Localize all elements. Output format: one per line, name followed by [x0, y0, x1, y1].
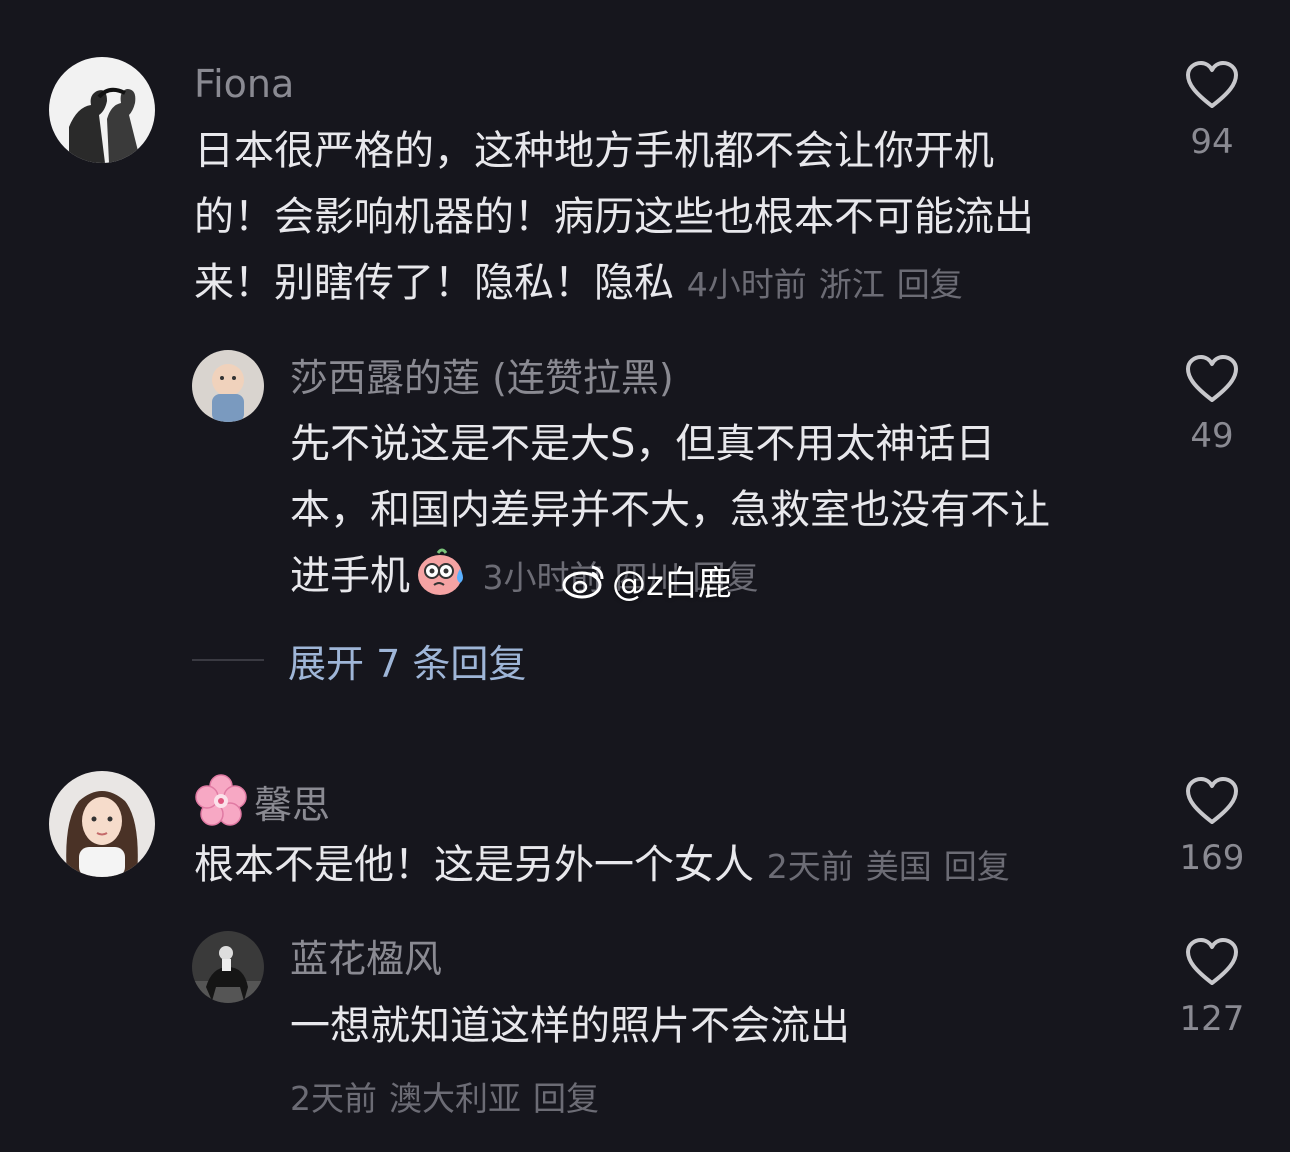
comment-meta: 2天前 美国 回复 [767, 847, 1022, 886]
expand-replies-label[interactable]: 展开 7 条回复 [288, 633, 526, 688]
comment-meta: 2天前 澳大利亚 回复 [290, 1072, 611, 1120]
like-count: 127 [1179, 999, 1245, 1039]
username[interactable]: Fiona [194, 60, 294, 108]
avatar[interactable] [192, 931, 264, 1003]
like-button[interactable]: 49 [1167, 354, 1257, 456]
like-button[interactable]: 94 [1167, 60, 1257, 162]
heart-outline-icon [1186, 938, 1238, 985]
heart-outline-icon [1186, 777, 1238, 824]
comment-line: 来！别瞎传了！隐私！隐私 [194, 260, 674, 306]
like-button[interactable]: 169 [1167, 776, 1257, 878]
watermark: @z白鹿 [562, 556, 732, 605]
location: 美国 [865, 847, 932, 886]
divider-line [192, 659, 264, 661]
reply-button[interactable]: 回复 [944, 847, 1010, 886]
location: 澳大利亚 [389, 1079, 521, 1118]
timestamp: 2天前 [766, 847, 854, 886]
timestamp: 4小时前 [686, 265, 807, 304]
comment-line: 先不说这是不是大S，但真不用太神话日 [290, 421, 996, 467]
comment-text: 一想就知道这样的照片不会流出 [290, 993, 850, 1059]
username-text[interactable]: 馨思 [254, 783, 330, 827]
avatar[interactable] [49, 771, 155, 877]
location: 浙江 [818, 265, 885, 304]
expand-replies-button[interactable]: 展开 7 条回复 [192, 630, 526, 690]
cherry-blossom-icon [194, 774, 248, 839]
reply-button[interactable]: 回复 [897, 265, 963, 304]
username[interactable]: 馨思 [194, 774, 330, 839]
watermark-text: @z白鹿 [612, 564, 732, 604]
sweat-face-emoji-icon [414, 547, 468, 617]
comment-text: 日本很严格的，这种地方手机都不会让你开机 的！会影响机器的！病历这些也根本不可能… [194, 118, 1034, 318]
avatar[interactable] [192, 350, 264, 422]
heart-outline-icon [1186, 355, 1238, 402]
timestamp: 2天前 [290, 1079, 377, 1118]
comment-line: 一想就知道这样的照片不会流出 [290, 1003, 850, 1049]
comment-section: Fiona 日本很严格的，这种地方手机都不会让你开机 的！会影响机器的！病历这些… [0, 0, 1290, 1152]
avatar[interactable] [49, 57, 155, 163]
like-count: 49 [1190, 416, 1234, 456]
reply-button[interactable]: 回复 [533, 1079, 599, 1118]
comment-meta: 4小时前 浙江 回复 [687, 265, 975, 304]
username[interactable]: 莎西露的莲 (连赞拉黑) [290, 354, 674, 402]
like-count: 94 [1190, 122, 1234, 162]
weibo-logo-icon [562, 565, 604, 598]
like-count: 169 [1179, 838, 1245, 878]
comment-line: 进手机 [290, 553, 410, 599]
comment-text: 根本不是他！这是另外一个女人 2天前 美国 回复 [194, 832, 1022, 900]
comment-line: 日本很严格的，这种地方手机都不会让你开机 [194, 128, 994, 174]
comment-line: 根本不是他！这是另外一个女人 [194, 842, 754, 888]
comment-line: 的！会影响机器的！病历这些也根本不可能流出 [194, 194, 1034, 240]
heart-outline-icon [1186, 61, 1238, 108]
like-button[interactable]: 127 [1167, 937, 1257, 1039]
username[interactable]: 蓝花楹风 [290, 935, 442, 983]
comment-line: 本，和国内差异并不大，急救室也没有不让 [290, 487, 1050, 533]
